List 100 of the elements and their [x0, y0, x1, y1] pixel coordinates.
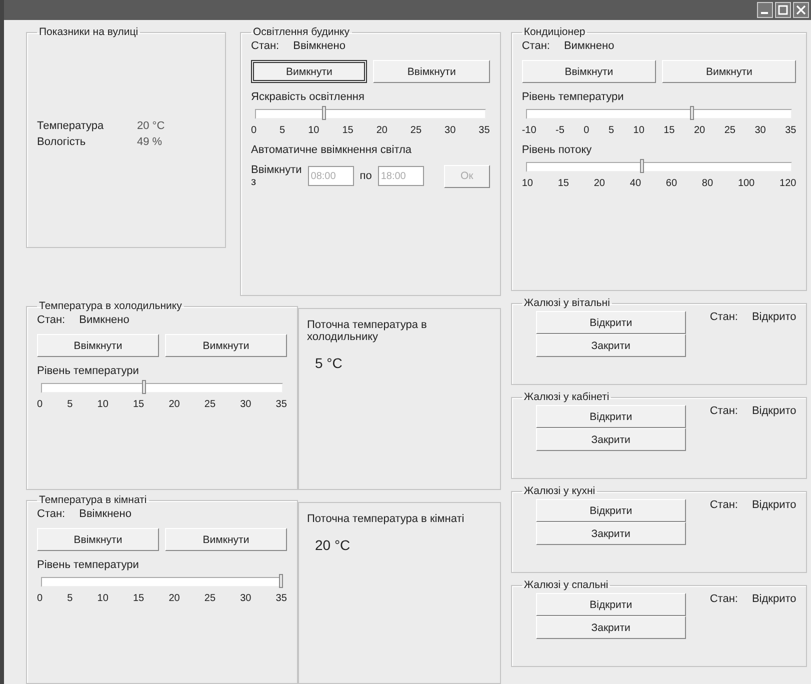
action-button[interactable]: Вимкнути	[662, 60, 796, 83]
tick-label: 35	[478, 125, 490, 136]
slider-thumb[interactable]	[142, 380, 146, 394]
slider-track[interactable]	[41, 577, 283, 587]
action-button[interactable]: Закрити	[536, 334, 686, 357]
state-label: Стан:	[710, 405, 738, 419]
tick-label: 10	[97, 399, 108, 410]
tick-label: 35	[276, 593, 287, 604]
tick-label: 25	[410, 125, 422, 136]
state-value: Вимкнено	[79, 314, 130, 326]
action-button[interactable]: Закрити	[536, 428, 686, 451]
slider-label: Яскравість освітлення	[251, 91, 366, 103]
reading-label: Температура	[37, 120, 105, 132]
panel-title: Освітлення будинку	[252, 26, 351, 38]
tick-label: 5	[67, 593, 73, 604]
state-label: Стан:	[37, 314, 66, 326]
reading-value: 5 °C	[314, 355, 342, 371]
action-button[interactable]: Вимкнути	[165, 528, 287, 551]
state-value: Відкрито	[752, 593, 796, 607]
reading-value: 20 °C	[137, 120, 166, 132]
tick-label: 20	[376, 125, 388, 136]
reading-label: Поточна температура в кімнаті	[307, 513, 464, 525]
tick-label: 100	[738, 178, 755, 189]
action-button[interactable]: Закрити	[536, 522, 686, 545]
maximize-icon[interactable]	[775, 2, 791, 18]
tick-label: 30	[444, 125, 456, 136]
panel-title: Температура в холодильнику	[38, 300, 183, 312]
reading-value: 20 °C	[314, 537, 350, 553]
tick-label: 15	[558, 178, 569, 189]
slider-thumb[interactable]	[640, 159, 644, 173]
action-button[interactable]: Відкрити	[536, 499, 686, 522]
action-button[interactable]: Ввімкнути	[37, 334, 159, 357]
slider-label: Рівень потоку	[522, 144, 593, 156]
tick-label: 0	[584, 125, 590, 136]
panel-title: Жалюзі у спальні	[522, 579, 610, 591]
state-value: Вимкнено	[564, 40, 614, 52]
tick-label: 15	[664, 125, 675, 136]
tick-label: 5	[280, 125, 286, 136]
panel-title: Температура в кімнаті	[38, 494, 148, 506]
reading-label: Вологість	[37, 136, 87, 148]
tick-label: 20	[168, 593, 180, 604]
state-value: Відкрито	[752, 499, 796, 513]
panel-title: Жалюзі у вітальні	[522, 297, 611, 309]
tick-label: 0	[37, 399, 43, 410]
field-label: по	[360, 170, 372, 182]
tick-label: 120	[780, 178, 796, 189]
state-label: Стан:	[710, 499, 738, 513]
panel-title: Показники на вулиці	[38, 26, 140, 38]
tick-label: 10	[308, 125, 320, 136]
minimize-icon[interactable]	[757, 2, 773, 18]
slider-thumb[interactable]	[322, 106, 326, 120]
action-button[interactable]: Ввімкнути	[522, 60, 656, 83]
action-button[interactable]: Вимкнути	[165, 334, 287, 357]
field-label: Ввімкнути з	[251, 164, 302, 188]
slider-track[interactable]	[526, 109, 792, 119]
panel-title: Жалюзі у кабінеті	[522, 391, 610, 403]
tick-label: 35	[276, 399, 287, 410]
tick-label: 25	[204, 593, 216, 604]
tick-label: 5	[67, 399, 73, 410]
tick-label: 10	[633, 125, 644, 136]
close-icon[interactable]	[793, 2, 809, 18]
state-value: Відкрито	[752, 405, 796, 419]
action-button[interactable]: Ввімкнути	[373, 60, 490, 83]
slider-thumb[interactable]	[279, 574, 283, 588]
action-button[interactable]: Відкрити	[536, 311, 686, 334]
action-button[interactable]: Відкрити	[536, 405, 686, 428]
tick-label: 30	[240, 399, 252, 410]
tick-label: 30	[754, 125, 766, 136]
reading-label: Поточна температура в холодильнику	[307, 319, 428, 343]
panel-title: Жалюзі у кухні	[522, 485, 596, 497]
tick-label: 10	[522, 178, 533, 189]
tick-label: -10	[522, 125, 536, 136]
tick-label: 60	[666, 178, 678, 189]
slider-track[interactable]	[255, 109, 486, 119]
action-button[interactable]: Відкрити	[536, 593, 686, 616]
tick-label: 20	[694, 125, 706, 136]
tick-label: 35	[785, 125, 796, 136]
tick-label: 80	[702, 178, 714, 189]
slider-label: Рівень температури	[37, 365, 140, 377]
tick-label: 0	[251, 125, 257, 136]
slider-thumb[interactable]	[690, 106, 694, 120]
tick-label: 15	[132, 593, 144, 604]
tick-label: 25	[204, 399, 216, 410]
action-button[interactable]: Закрити	[536, 616, 686, 639]
state-label: Стан:	[710, 311, 738, 325]
action-button[interactable]: Вимкнути	[251, 60, 368, 83]
tick-label: 5	[608, 125, 614, 136]
reading-value: 49 %	[137, 136, 164, 148]
state-value: Ввімкнено	[293, 40, 346, 52]
section-label: Автоматичне ввімкнення світла	[251, 144, 413, 156]
tick-label: 20	[594, 178, 605, 189]
state-label: Стан:	[37, 508, 66, 520]
slider-track[interactable]	[526, 162, 792, 172]
tick-label: 30	[240, 593, 252, 604]
action-button[interactable]: Ввімкнути	[37, 528, 159, 551]
slider-label: Рівень температури	[522, 91, 625, 103]
state-label: Стан:	[251, 40, 280, 52]
tick-label: 10	[97, 593, 108, 604]
slider-track[interactable]	[41, 383, 283, 393]
panel-title: Кондиціонер	[522, 26, 586, 38]
